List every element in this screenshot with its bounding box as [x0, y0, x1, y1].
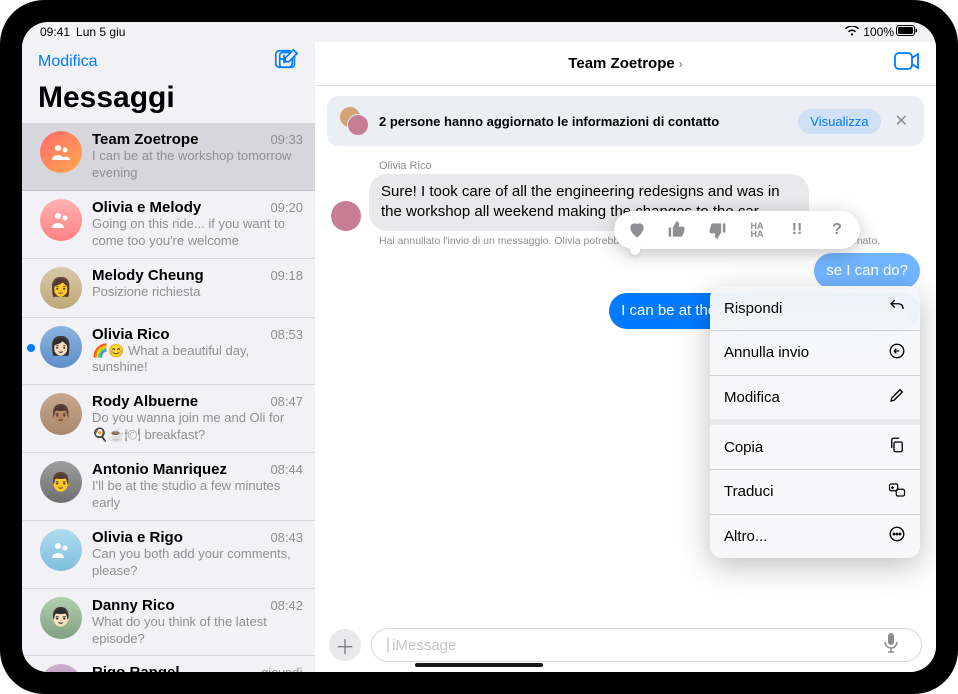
conversation-item[interactable]: 👩 Melody Cheung 09:18 Posizione richiesta: [22, 259, 315, 318]
conversation-name: Team Zoetrope: [92, 131, 198, 148]
tapback-thumbsdown-icon[interactable]: [704, 217, 730, 243]
conversation-item[interactable]: Team Zoetrope 09:33 I can be at the works…: [22, 123, 315, 191]
conversation-name: Olivia Rico: [92, 326, 170, 343]
tapback-question-icon[interactable]: ?: [824, 217, 850, 243]
menu-reply[interactable]: Rispondi: [710, 286, 920, 330]
conversation-name: Rigo Rangel: [92, 664, 180, 672]
conversation-time: 08:42: [270, 598, 303, 613]
conversation-preview: Do you wanna join me and Oli for 🍳☕🍽 bre…: [92, 410, 303, 444]
tapback-thumbsup-icon[interactable]: [664, 217, 690, 243]
conversation-time: 09:33: [270, 132, 303, 147]
chat-header: ••• Team Zoetrope ›: [315, 42, 936, 86]
reply-icon: [888, 297, 906, 319]
menu-undo-send[interactable]: Annulla invio: [710, 331, 920, 375]
plus-icon: ＋: [335, 631, 355, 660]
conversation-item[interactable]: 👨🏻 Danny Rico 08:42 What do you think of …: [22, 589, 315, 657]
banner-view-button[interactable]: Visualizza: [798, 109, 880, 134]
conversation-preview: I'll be at the studio a few minutes earl…: [92, 478, 303, 512]
conversation-name: Rody Albuerne: [92, 393, 198, 410]
conversation-preview: Going on this ride... if you want to com…: [92, 216, 303, 250]
conversation-time: 08:44: [270, 462, 303, 477]
compose-button[interactable]: [273, 48, 299, 75]
contact-update-banner: 2 persone hanno aggiornato le informazio…: [327, 96, 924, 146]
tapback-heart-icon[interactable]: [624, 217, 650, 243]
avatar: 👨🏻: [40, 597, 82, 639]
conversation-name: Olivia e Melody: [92, 199, 201, 216]
conversation-preview: What do you think of the latest episode?: [92, 614, 303, 648]
conversation-item[interactable]: Olivia e Rigo 08:43 Can you both add your…: [22, 521, 315, 589]
conversation-preview: I can be at the workshop tomorrow evenin…: [92, 148, 303, 182]
chat-pane: ••• Team Zoetrope › 2 persone hanno aggi…: [315, 42, 936, 672]
conversation-time: 09:18: [270, 268, 303, 283]
battery-percent: 100%: [863, 25, 894, 39]
tapback-picker: HA HA !! ?: [614, 211, 860, 249]
ipad-frame: 09:41 Lun 5 giu 100%: [0, 0, 958, 694]
dictation-button[interactable]: [884, 633, 898, 658]
conversation-time: 09:20: [270, 200, 303, 215]
unread-indicator: [27, 344, 35, 352]
avatar: [40, 131, 82, 173]
conversation-preview: Posizione richiesta: [92, 284, 303, 301]
banner-text: 2 persone hanno aggiornato le informazio…: [379, 114, 788, 129]
message-context-menu: Rispondi Annulla invio Modifica: [710, 286, 920, 558]
screen: 09:41 Lun 5 giu 100%: [22, 22, 936, 672]
compose-bar: ＋ |iMessage: [315, 620, 936, 672]
banner-close-button[interactable]: ✕: [891, 111, 912, 131]
tapback-exclaim-icon[interactable]: !!: [784, 217, 810, 243]
status-time: 09:41: [40, 25, 70, 39]
chevron-right-icon: ›: [679, 57, 683, 71]
more-icon: [888, 525, 906, 547]
wifi-icon: [845, 25, 859, 39]
conversation-name: Melody Cheung: [92, 267, 204, 284]
undo-icon: [888, 342, 906, 364]
pencil-icon: [888, 386, 906, 408]
conversation-item[interactable]: 👨🏽 Rody Albuerne 08:47 Do you wanna join …: [22, 385, 315, 453]
attach-button[interactable]: ＋: [329, 629, 361, 661]
conversation-item[interactable]: 👨 Antonio Manriquez 08:44 I'll be at the …: [22, 453, 315, 521]
sidebar-title: Messaggi: [38, 81, 299, 115]
conversation-item[interactable]: 👩🏻 Olivia Rico 08:53 🌈😊 What a beautiful …: [22, 318, 315, 386]
avatar: 👨🏽: [40, 393, 82, 435]
message-list[interactable]: Olivia Rico Sure! I took care of all the…: [315, 156, 936, 620]
conversation-time: 08:43: [270, 530, 303, 545]
video-call-button[interactable]: [894, 52, 920, 75]
conversation-preview: Can you both add your comments, please?: [92, 546, 303, 580]
status-date: Lun 5 giu: [76, 25, 125, 39]
edit-button[interactable]: Modifica: [38, 53, 98, 71]
chat-title[interactable]: Team Zoetrope ›: [568, 55, 682, 72]
home-indicator[interactable]: [415, 663, 543, 667]
conversation-list[interactable]: Team Zoetrope 09:33 I can be at the works…: [22, 123, 315, 672]
message-avatar: [331, 201, 361, 231]
conversation-item[interactable]: 👨🏼 Rigo Rangelgiovedì 31 agosto 2018 – 2…: [22, 656, 315, 672]
menu-copy[interactable]: Copia: [710, 425, 920, 469]
conversation-time: giovedì: [261, 665, 303, 672]
conversation-time: 08:53: [270, 327, 303, 342]
translate-icon: [888, 481, 906, 503]
sender-label: Olivia Rico: [379, 160, 920, 172]
conversation-time: 08:47: [270, 394, 303, 409]
menu-more[interactable]: Altro...: [710, 514, 920, 558]
tapback-haha-icon[interactable]: HA HA: [744, 217, 770, 243]
avatar: 👩: [40, 267, 82, 309]
outgoing-message[interactable]: se I can do?: [814, 253, 920, 289]
menu-edit[interactable]: Modifica: [710, 375, 920, 419]
conversation-item[interactable]: Olivia e Melody 09:20 Going on this ride.…: [22, 191, 315, 259]
message-input[interactable]: |iMessage: [371, 628, 922, 662]
copy-icon: [888, 436, 906, 458]
sidebar: Modifica Messaggi Team Zoetrope 09:33: [22, 42, 315, 672]
avatar: 👨: [40, 461, 82, 503]
avatar: [40, 199, 82, 241]
banner-avatars: [339, 106, 369, 136]
avatar: 👩🏻: [40, 326, 82, 368]
menu-translate[interactable]: Traduci: [710, 470, 920, 514]
conversation-name: Danny Rico: [92, 597, 175, 614]
conversation-preview: 🌈😊 What a beautiful day, sunshine!: [92, 343, 303, 377]
battery-icon: [896, 25, 918, 39]
conversation-name: Antonio Manriquez: [92, 461, 227, 478]
conversation-name: Olivia e Rigo: [92, 529, 183, 546]
avatar: 👨🏼: [40, 664, 82, 672]
avatar: [40, 529, 82, 571]
status-bar: 09:41 Lun 5 giu 100%: [22, 22, 936, 42]
